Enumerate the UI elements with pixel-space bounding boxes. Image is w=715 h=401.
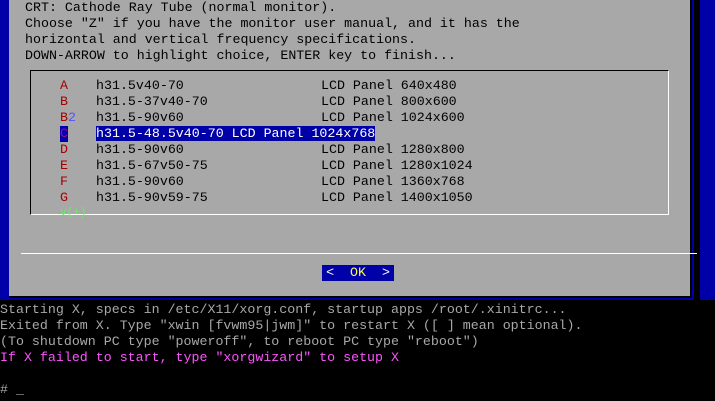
option-desc: LCD Panel 1280x800 — [321, 142, 465, 157]
option-key: D — [60, 142, 68, 157]
option-key: F — [60, 174, 68, 189]
option-f[interactable]: Fh31.5-90v60 LCD Panel 1360x768 — [60, 174, 465, 190]
option-spec: h31.5-48.5v40-70 — [96, 126, 224, 141]
option-key: C — [60, 126, 68, 142]
ok-left-bracket: < — [326, 265, 335, 280]
ok-label: OK — [350, 265, 366, 280]
option-a[interactable]: Ah31.5v40-70 LCD Panel 640x480 — [60, 78, 457, 94]
option-d[interactable]: Dh31.5-90v60 LCD Panel 1280x800 — [60, 142, 465, 158]
ok-button[interactable]: < OK > — [322, 265, 394, 281]
option-b2[interactable]: B2 h31.5-90v60 LCD Panel 1024x600 — [60, 110, 465, 126]
option-spec: h31.5-90v60 — [96, 142, 184, 157]
option-desc: LCD Panel 1400x1050 — [321, 190, 473, 205]
intro-line: Choose "Z" if you have the monitor user … — [25, 16, 520, 31]
terminal-warning: If X failed to start, type "xorgwizard" … — [0, 350, 399, 365]
option-spec: h31.5-90v60 — [96, 110, 184, 125]
intro-line: DOWN-ARROW to highlight choice, ENTER ke… — [25, 48, 456, 63]
button-separator — [21, 253, 697, 254]
scroll-more-indicator: v(+) — [60, 207, 87, 219]
intro-line: CRT: Cathode Ray Tube (normal monitor). — [25, 0, 337, 15]
shell-prompt[interactable]: # _ — [0, 382, 24, 398]
option-key: B — [60, 110, 68, 125]
intro-line: horizontal and vertical frequency specif… — [25, 32, 416, 47]
option-key: A — [60, 78, 68, 93]
terminal-line: (To shutdown PC type "poweroff", to rebo… — [0, 334, 479, 349]
option-spec: h31.5v40-70 — [96, 78, 184, 93]
option-b[interactable]: Bh31.5-37v40-70 LCD Panel 800x600 — [60, 94, 457, 110]
terminal-line: Starting X, specs in /etc/X11/xorg.conf,… — [0, 302, 567, 317]
option-spec: h31.5-90v59-75 — [96, 190, 208, 205]
dialog-shadow — [694, 0, 700, 300]
option-spec: h31.5-67v50-75 — [96, 158, 208, 173]
option-e[interactable]: Eh31.5-67v50-75 LCD Panel 1280x1024 — [60, 158, 473, 174]
option-key-suffix: 2 — [67, 110, 76, 125]
option-desc: LCD Panel 1024x768 — [231, 126, 376, 141]
option-key: G — [60, 190, 68, 205]
option-desc: LCD Panel 800x600 — [321, 94, 457, 109]
terminal-line: Exited from X. Type "xwin [fvwm95|jwm]" … — [0, 318, 583, 333]
option-key: B — [60, 94, 68, 109]
option-key: E — [60, 158, 68, 173]
option-c-selected[interactable]: Ch31.5-48.5v40-70 LCD Panel 1024x768 — [60, 126, 376, 142]
option-desc: LCD Panel 1024x600 — [321, 110, 465, 125]
option-desc: LCD Panel 1360x768 — [321, 174, 465, 189]
option-spec: h31.5-90v60 — [96, 174, 184, 189]
option-desc: LCD Panel 1280x1024 — [321, 158, 473, 173]
option-desc: LCD Panel 640x480 — [321, 78, 457, 93]
ok-right-bracket: > — [381, 265, 390, 280]
option-spec: h31.5-37v40-70 — [96, 94, 208, 109]
option-g[interactable]: Gh31.5-90v59-75 LCD Panel 1400x1050 — [60, 190, 473, 206]
